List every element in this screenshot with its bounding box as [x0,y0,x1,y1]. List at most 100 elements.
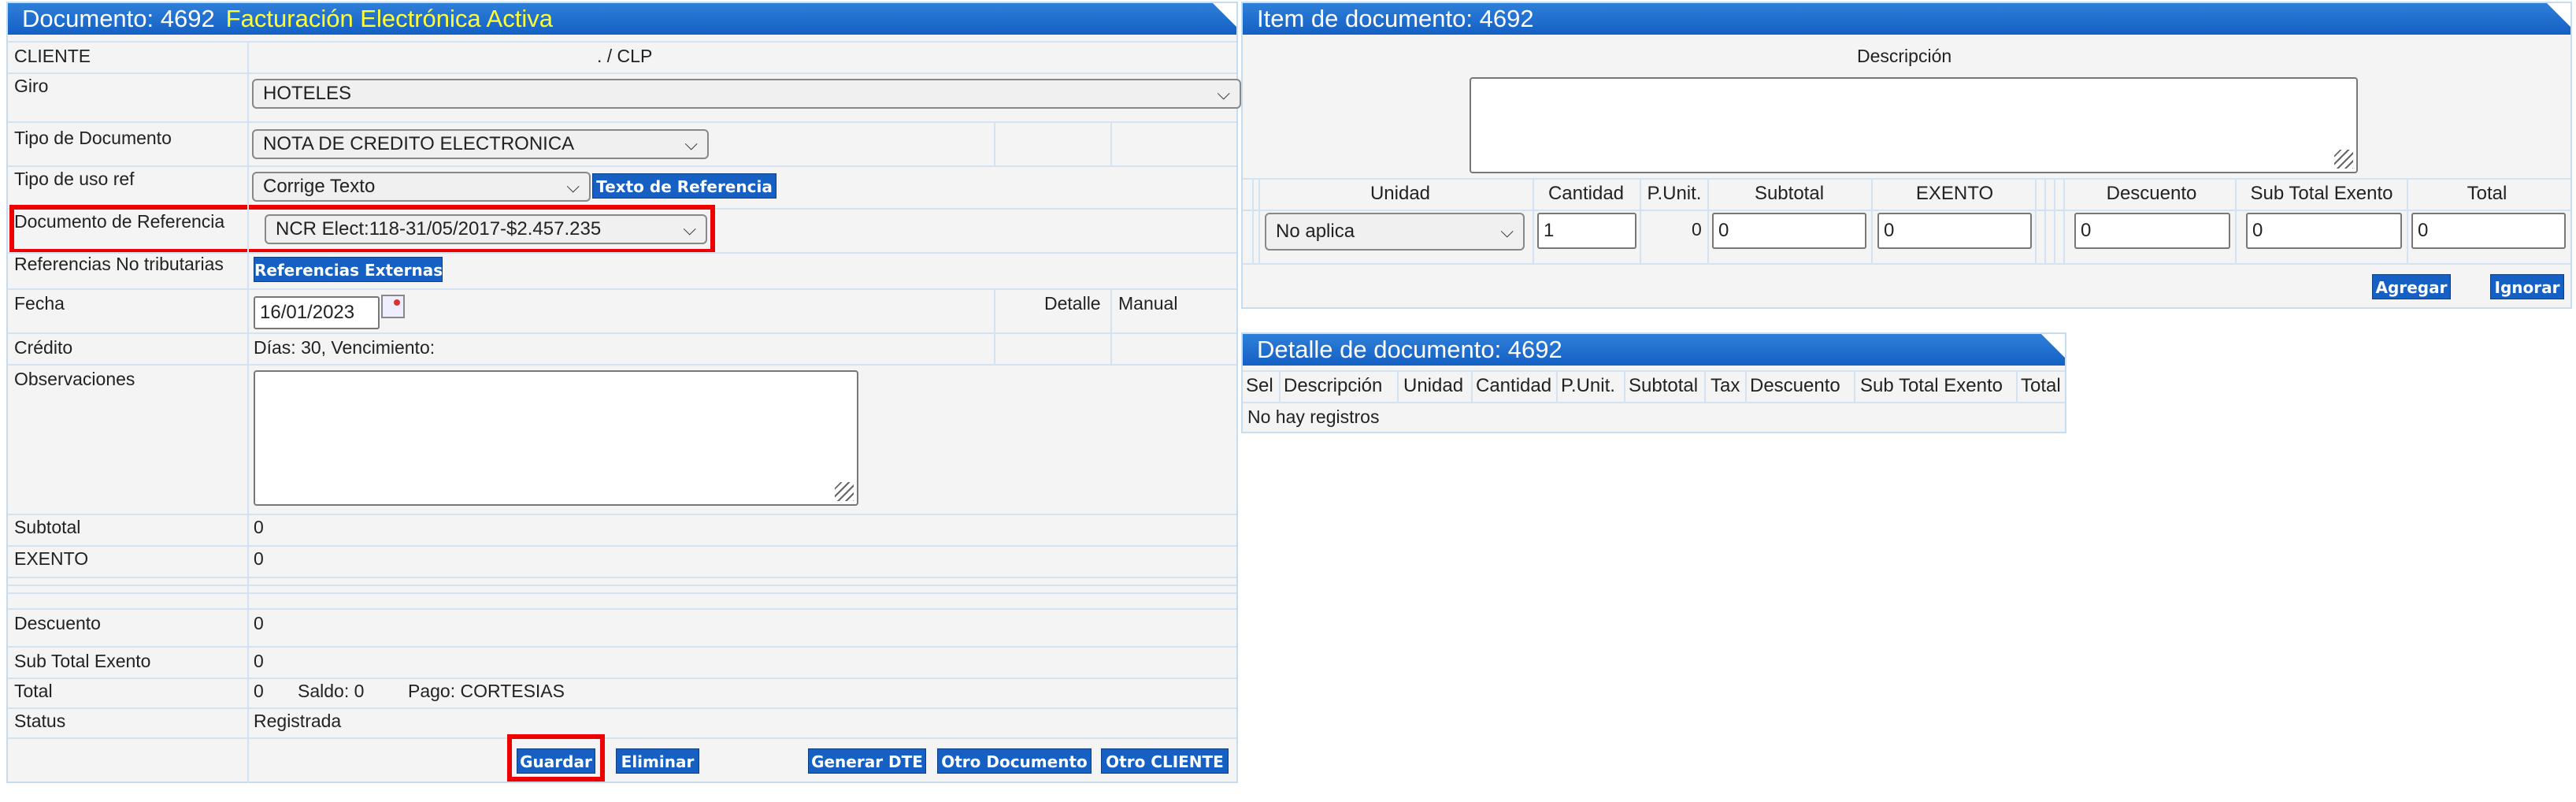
saldo-text: Saldo: 0 [298,681,365,701]
column-separator [2407,178,2408,263]
resize-grip-icon[interactable] [2334,150,2353,169]
unidad-select[interactable]: No aplica ⌵ [1265,213,1525,251]
column-separator [1279,370,1281,402]
tipo-uso-label: Tipo de uso ref [14,169,135,189]
descripcion-label: Descripción [1857,46,1952,66]
column-separator [1533,178,1534,263]
cliente-label: CLIENTE [14,46,91,66]
descuento-header: Descuento [2106,183,2197,204]
subtotal-value: 0 [254,517,264,537]
column-separator [1871,178,1873,263]
column-separator [2044,178,2046,263]
tipo-documento-select[interactable]: NOTA DE CREDITO ELECTRONICA ⌵ [252,129,709,159]
fecha-label: Fecha [14,293,65,314]
chevron-down-icon: ⌵ [1217,84,1230,103]
total-header: Total [2021,375,2061,396]
exento-value: 0 [254,548,264,569]
cliente-value: . / CLP [597,46,653,66]
credito-label: Crédito [14,337,73,358]
einvoice-status: Facturación Electrónica Activa [225,5,553,32]
sel-header: Sel [1246,375,1273,396]
generar-dte-button[interactable]: Generar DTE [808,748,926,774]
column-separator [2054,178,2055,263]
fecha-input[interactable]: 16/01/2023 [254,296,380,329]
column-separator [1556,370,1558,402]
column-separator [1640,178,1641,263]
detalle-label: Detalle [1044,293,1101,314]
resize-grip-icon[interactable] [835,482,854,501]
column-separator [247,41,249,783]
row-subtotal [8,514,1236,545]
column-separator [994,288,995,364]
calendar-icon[interactable] [381,295,405,318]
item-panel: Item de documento: 4692 Descripción Unid… [1241,2,2572,309]
row-exento [8,545,1236,577]
row-credito [8,332,1236,364]
tax-header: Tax [1711,375,1740,396]
sub-total-exento-header: Sub Total Exento [2250,183,2393,204]
punit-value: 0 [1692,219,1702,239]
descripcion-header: Descripción [1284,375,1383,396]
sub-total-exento-input[interactable]: 0 [2246,213,2402,249]
tipo-documento-value: NOTA DE CREDITO ELECTRONICA [263,133,575,154]
descuento-input[interactable]: 0 [2074,213,2230,249]
sub-total-exento-label: Sub Total Exento [14,651,151,671]
credito-value: Días: 30, Vencimiento: [254,337,436,358]
manual-label: Manual [1118,293,1178,314]
column-separator [2035,178,2037,263]
cantidad-input[interactable]: 1 [1537,213,1636,249]
document-panel-title: Documento: 4692 Facturación Electrónica A… [8,3,1236,35]
total-label: Total [14,681,53,701]
exento-header: EXENTO [1915,183,1994,204]
row-empty-2 [8,585,1236,592]
chevron-down-icon: ⌵ [684,134,698,154]
total-value: 0 [254,681,264,701]
doc-ref-highlight [9,205,715,254]
row-status [8,707,1236,737]
column-separator [1854,370,1855,402]
agregar-button[interactable]: Agregar [2372,274,2451,299]
document-panel: Documento: 4692 Facturación Electrónica A… [6,2,1241,783]
chevron-down-icon: ⌵ [566,176,580,196]
descuento-label: Descuento [14,613,101,633]
sub-total-exento-header: Sub Total Exento [1860,375,2003,396]
guardar-highlight [507,734,605,782]
subtotal-input[interactable]: 0 [1712,213,1866,249]
giro-label: Giro [14,76,49,96]
observaciones-textarea[interactable] [254,370,858,506]
row-total [8,678,1236,707]
eliminar-button[interactable]: Eliminar [616,748,699,774]
column-separator [1110,288,1112,364]
column-separator [1707,178,1709,263]
subtotal-header: Subtotal [1754,183,1825,204]
subtotal-header: Subtotal [1629,375,1699,396]
otro-cliente-button[interactable]: Otro CLIENTE [1101,748,1229,774]
giro-select[interactable]: HOTELES ⌵ [252,79,1241,109]
unidad-header: Unidad [1370,183,1431,204]
status-label: Status [14,711,66,731]
row-sub-total-exento [8,646,1236,678]
tipo-uso-select[interactable]: Corrige Texto ⌵ [252,172,591,202]
texto-referencia-button[interactable]: Texto de Referencia [592,173,777,199]
referencias-externas-button[interactable]: Referencias Externas [254,257,443,282]
panel-corner-icon [2041,334,2065,358]
sub-total-exento-value: 0 [254,651,264,671]
otro-documento-button[interactable]: Otro Documento [937,748,1092,774]
column-separator [1252,178,1254,263]
cantidad-header: Cantidad [1547,183,1625,204]
detalle-panel-title: Detalle de documento: 4692 [1243,334,2065,366]
column-separator [994,121,995,165]
column-separator [1471,370,1473,402]
unidad-header: Unidad [1403,375,1464,396]
punit-header: P.Unit. [1561,375,1615,396]
column-separator [1110,121,1112,165]
subtotal-label: Subtotal [14,517,81,537]
tipo-documento-label: Tipo de Documento [14,128,172,148]
exento-input[interactable]: 0 [1877,213,2032,249]
row-descuento [8,608,1236,640]
unidad-value: No aplica [1276,221,1355,242]
descripcion-textarea[interactable] [1470,77,2358,173]
tipo-uso-value: Corrige Texto [263,176,376,197]
total-input[interactable]: 0 [2411,213,2566,249]
ignorar-button[interactable]: Ignorar [2490,274,2564,299]
